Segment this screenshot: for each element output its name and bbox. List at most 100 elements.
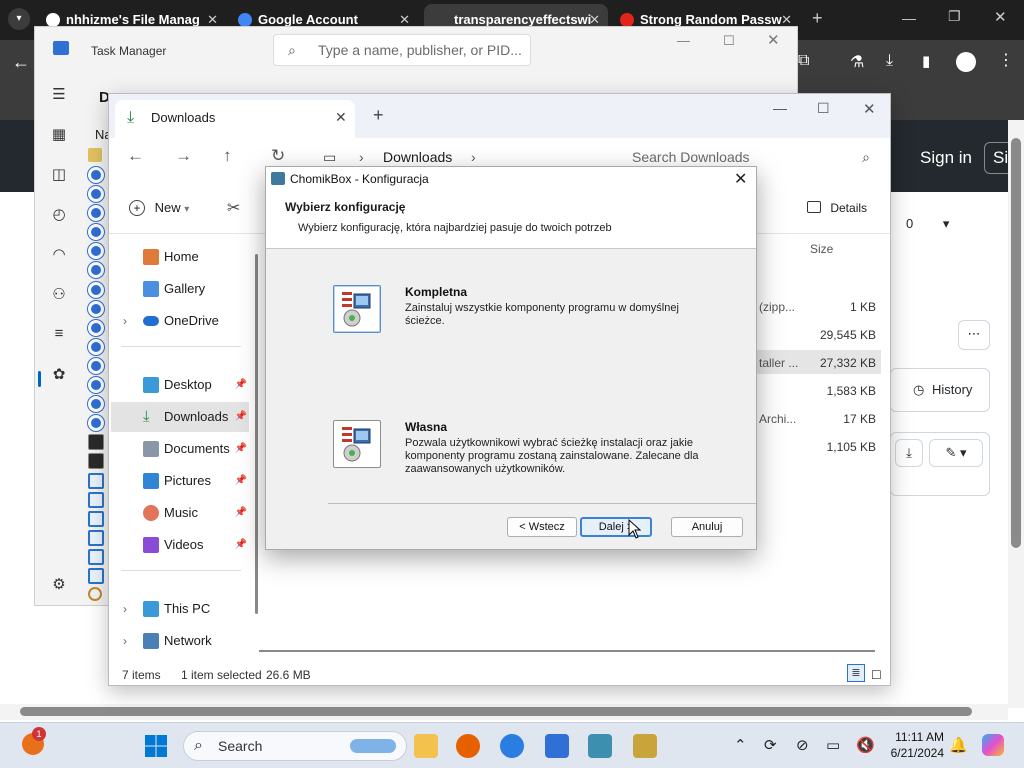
scrollbar-thumb[interactable] bbox=[1011, 138, 1021, 548]
up-arrow-icon[interactable]: ↑ bbox=[223, 146, 232, 166]
column-header-size[interactable]: Size bbox=[810, 242, 833, 256]
edit-icon[interactable]: ✎ ▾ bbox=[929, 439, 983, 467]
maximize-button[interactable]: ☐ bbox=[723, 33, 735, 49]
chevron-right-icon[interactable]: › bbox=[123, 306, 127, 336]
nav-pane-scrollbar[interactable] bbox=[255, 254, 258, 614]
list-view-icon[interactable]: ≣ bbox=[847, 664, 865, 682]
sidebar-item-pictures[interactable]: Pictures 📌 bbox=[111, 466, 249, 496]
pin-icon[interactable]: 📌 bbox=[235, 466, 247, 496]
back-button[interactable]: < Wstecz bbox=[507, 517, 577, 537]
performance-icon[interactable]: ◫ bbox=[49, 165, 69, 185]
refresh-icon[interactable]: ↻ bbox=[271, 146, 285, 166]
more-options-button[interactable]: ⋯ bbox=[958, 320, 990, 350]
new-button[interactable]: + New ▾ bbox=[129, 200, 189, 216]
close-button[interactable]: ✕ bbox=[863, 100, 876, 118]
sync-icon[interactable]: ⟳ bbox=[764, 736, 777, 754]
processes-icon[interactable]: ▦ bbox=[49, 125, 69, 145]
sign-in-link[interactable]: Sign in bbox=[920, 148, 972, 168]
details-icon[interactable]: ≡ bbox=[49, 325, 69, 345]
sidebar-item-onedrive[interactable]: › OneDrive bbox=[111, 306, 249, 336]
close-window-button[interactable]: ✕ bbox=[994, 8, 1007, 26]
sidebar-item-documents[interactable]: Documents 📌 bbox=[111, 434, 249, 464]
new-tab-button[interactable]: + bbox=[373, 105, 384, 126]
close-button[interactable]: ✕ bbox=[767, 31, 780, 49]
more-menu-icon[interactable]: ⋮ bbox=[998, 50, 1014, 70]
chrome-taskbar-icon[interactable] bbox=[500, 734, 524, 758]
installer-taskbar-icon[interactable] bbox=[633, 734, 657, 758]
taskbar-search-box[interactable]: ⌕ Search bbox=[183, 731, 407, 761]
pin-icon[interactable]: 📌 bbox=[235, 498, 247, 528]
details-pane-button[interactable]: Details bbox=[807, 201, 867, 215]
extension-icon[interactable]: ⧉ bbox=[798, 52, 809, 70]
history-label: History bbox=[931, 382, 973, 397]
cancel-button[interactable]: Anuluj bbox=[671, 517, 743, 537]
forward-arrow-icon[interactable]: → bbox=[175, 146, 192, 166]
tab-label: Downloads bbox=[151, 110, 216, 125]
start-button[interactable] bbox=[144, 734, 168, 758]
download-icon[interactable]: ⤓ bbox=[886, 52, 893, 70]
settings-gear-icon[interactable]: ⚙ bbox=[49, 575, 69, 595]
explorer-tab-downloads[interactable]: ⤓ Downloads ✕ bbox=[115, 100, 355, 138]
copilot-icon[interactable] bbox=[982, 734, 1004, 756]
sidebar-item-videos[interactable]: Videos 📌 bbox=[111, 530, 249, 560]
startup-apps-icon[interactable]: ◠ bbox=[49, 245, 69, 265]
search-placeholder: Search Downloads bbox=[632, 149, 750, 165]
download-raw-button[interactable]: ⤓ bbox=[895, 439, 923, 467]
new-tab-button[interactable]: + bbox=[812, 8, 823, 29]
chevron-up-icon[interactable]: ⌃ bbox=[734, 736, 747, 754]
sidebar-item-music[interactable]: Music 📌 bbox=[111, 498, 249, 528]
file-explorer-taskbar-icon[interactable] bbox=[414, 734, 438, 758]
notification-bell-icon[interactable]: 🔔 bbox=[949, 736, 968, 754]
pin-icon[interactable]: 📌 bbox=[235, 434, 247, 464]
sidebar-item-downloads[interactable]: ⤓ Downloads 📌 bbox=[111, 402, 249, 432]
pin-icon[interactable]: 📌 bbox=[235, 370, 247, 400]
close-icon[interactable]: ✕ bbox=[734, 169, 747, 189]
process-icon bbox=[88, 186, 104, 203]
pin-icon[interactable]: 📌 bbox=[235, 530, 247, 560]
maximize-button[interactable]: ❐ bbox=[948, 8, 961, 25]
chevron-right-icon[interactable]: › bbox=[123, 594, 127, 624]
file-list-scrollbar[interactable] bbox=[259, 650, 875, 652]
custom-install-icon[interactable] bbox=[333, 420, 381, 468]
task-manager-search-input[interactable]: ⌕ Type a name, publisher, or PID... bbox=[273, 34, 531, 66]
tab-list-button[interactable]: ▾ bbox=[8, 8, 30, 30]
option-custom-title[interactable]: Własna bbox=[405, 420, 447, 434]
chevron-right-icon[interactable]: › bbox=[123, 626, 127, 656]
tiles-view-icon[interactable]: ☐ bbox=[871, 666, 882, 684]
minimize-button[interactable]: — bbox=[902, 10, 916, 26]
option-complete-title[interactable]: Kompletna bbox=[405, 285, 467, 299]
maximize-button[interactable]: ☐ bbox=[817, 100, 830, 117]
minimize-button[interactable]: — bbox=[677, 33, 690, 48]
labs-icon[interactable]: ⚗ bbox=[850, 52, 864, 72]
chomikbox-taskbar-icon[interactable] bbox=[588, 734, 612, 758]
close-tab-icon[interactable]: ✕ bbox=[335, 109, 347, 126]
star-count-badge[interactable]: 0 ▾ bbox=[891, 210, 969, 238]
hamburger-menu-icon[interactable]: ☰ bbox=[49, 85, 69, 105]
sidebar-icon[interactable]: ▮ bbox=[922, 52, 930, 70]
gallery-icon bbox=[143, 281, 159, 297]
back-arrow-icon[interactable]: ← bbox=[127, 146, 144, 166]
option-custom-description: Pozwala użytkownikowi wybrać ścieżkę ins… bbox=[405, 437, 699, 475]
minimize-button[interactable]: — bbox=[773, 100, 787, 116]
back-arrow-icon[interactable]: ← bbox=[12, 52, 30, 73]
cut-icon[interactable]: ✂ bbox=[227, 198, 240, 218]
sidebar-item-network[interactable]: › Network bbox=[111, 626, 249, 656]
network-icon[interactable]: ⊘ bbox=[796, 736, 809, 754]
profile-avatar[interactable] bbox=[956, 52, 976, 72]
display-icon[interactable]: ▭ bbox=[826, 736, 840, 754]
history-button[interactable]: ◷ History bbox=[890, 368, 990, 412]
task-manager-taskbar-icon[interactable] bbox=[545, 734, 569, 758]
pin-icon[interactable]: 📌 bbox=[235, 402, 247, 432]
sidebar-item-this-pc[interactable]: › This PC bbox=[111, 594, 249, 624]
complete-install-icon[interactable] bbox=[333, 285, 381, 333]
sidebar-item-gallery[interactable]: Gallery bbox=[111, 274, 249, 304]
sidebar-item-home[interactable]: Home bbox=[111, 242, 249, 272]
sidebar-item-desktop[interactable]: Desktop 📌 bbox=[111, 370, 249, 400]
horizontal-scrollbar-thumb[interactable] bbox=[20, 707, 972, 716]
services-icon[interactable]: ✿ bbox=[49, 365, 69, 385]
volume-muted-icon[interactable]: 🔇 bbox=[856, 736, 875, 754]
taskbar-clock[interactable]: 11:11 AM 6/21/2024 bbox=[884, 729, 944, 761]
firefox-taskbar-icon[interactable] bbox=[456, 734, 480, 758]
app-history-icon[interactable]: ◴ bbox=[49, 205, 69, 225]
users-icon[interactable]: ⚇ bbox=[49, 285, 69, 305]
